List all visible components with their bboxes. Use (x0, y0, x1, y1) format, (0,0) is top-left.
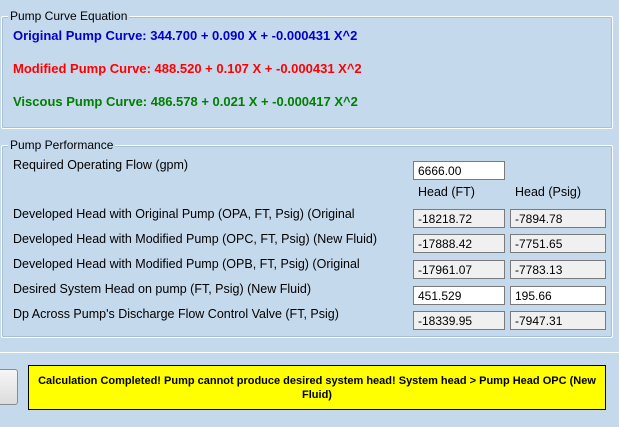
viscous-pump-curve: Viscous Pump Curve: 486.578 + 0.021 X + … (13, 94, 358, 109)
opa-head-label: Developed Head with Original Pump (OPA, … (13, 207, 355, 221)
required-flow-label: Required Operating Flow (gpm) (13, 158, 189, 172)
desired-system-head-psig-input[interactable]: 195.66 (510, 286, 606, 305)
original-pump-curve: Original Pump Curve: 344.700 + 0.090 X +… (13, 28, 358, 43)
required-flow-input[interactable]: 6666.00 (413, 161, 505, 180)
head-psig-header: Head (Psig) (515, 185, 581, 199)
opc-head-label: Developed Head with Modified Pump (OPC, … (13, 232, 378, 246)
pump-curve-group-title: Pump Curve Equation (8, 9, 130, 23)
opb-head-ft-field[interactable]: -17961.07 (413, 260, 505, 279)
dp-control-valve-psig-field[interactable]: -7947.31 (510, 311, 606, 330)
modified-pump-curve: Modified Pump Curve: 488.520 + 0.107 X +… (13, 61, 362, 76)
opc-head-ft-field[interactable]: -17888.42 (413, 234, 505, 253)
desired-system-head-label: Desired System Head on pump (FT, Psig) (… (13, 282, 312, 296)
opb-head-label: Developed Head with Modified Pump (OPB, … (13, 257, 360, 271)
status-message: Calculation Completed! Pump cannot produ… (28, 365, 606, 410)
status-message-text: Calculation Completed! Pump cannot produ… (38, 374, 596, 401)
head-ft-header: Head (FT) (418, 185, 475, 199)
opa-head-psig-field[interactable]: -7894.78 (510, 209, 606, 228)
dp-control-valve-label: Dp Across Pump's Discharge Flow Control … (13, 307, 339, 321)
bottom-divider (0, 352, 619, 353)
desired-system-head-ft-input[interactable]: 451.529 (413, 286, 505, 305)
opc-head-psig-field[interactable]: -7751.65 (510, 234, 606, 253)
dp-control-valve-ft-field[interactable]: -18339.95 (413, 311, 505, 330)
pump-performance-group-title: Pump Performance (8, 138, 116, 152)
pump-curve-group: Pump Curve Equation Original Pump Curve:… (1, 9, 613, 129)
calculate-button[interactable] (0, 369, 18, 405)
opb-head-psig-field[interactable]: -7783.13 (510, 260, 606, 279)
opa-head-ft-field[interactable]: -18218.72 (413, 209, 505, 228)
pump-performance-group: Pump Performance Required Operating Flow… (1, 138, 613, 338)
